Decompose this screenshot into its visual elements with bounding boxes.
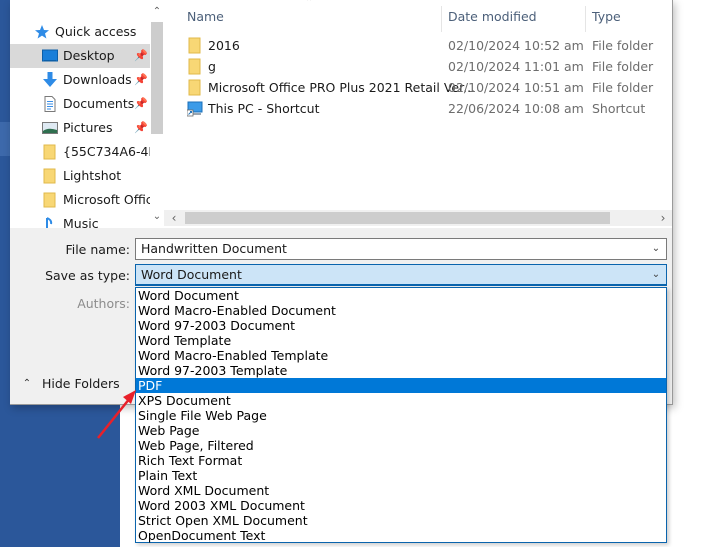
nav-item-microsoft-office[interactable]: Microsoft Office [10, 188, 150, 212]
save-as-type-select[interactable]: Word Document ⌄ [135, 264, 667, 286]
folder-icon [43, 192, 56, 208]
file-type: File folder [592, 59, 654, 74]
this-pc-shortcut-icon [187, 101, 203, 117]
scroll-left-icon[interactable]: ‹ [167, 210, 181, 226]
sort-ascending-icon: ⌃ [305, 0, 314, 8]
file-row[interactable]: This PC - Shortcut 22/06/2024 10:08 am S… [164, 98, 672, 119]
nav-item-desktop[interactable]: Desktop 📌 [10, 44, 150, 68]
scroll-down-icon[interactable]: ⌄ [150, 209, 164, 225]
nav-item-label: Quick access [55, 24, 137, 39]
nav-item-downloads[interactable]: Downloads 📌 [10, 68, 150, 92]
folder-icon [188, 37, 201, 54]
authors-label: Authors: [77, 296, 130, 311]
file-type: File folder [592, 80, 654, 95]
option-web-page-filtered[interactable]: Web Page, Filtered [136, 438, 666, 453]
save-as-type-value: Word Document [141, 267, 242, 282]
column-divider[interactable] [585, 6, 586, 32]
file-name: 2016 [208, 38, 240, 53]
option-word-macro-enabled-template[interactable]: Word Macro-Enabled Template [136, 348, 666, 363]
nav-item-label: Music [63, 216, 99, 228]
folder-icon [43, 144, 56, 160]
pin-icon[interactable]: 📌 [134, 97, 148, 111]
pin-icon[interactable]: 📌 [134, 121, 148, 135]
pictures-icon [42, 122, 58, 134]
nav-item-documents[interactable]: Documents 📌 [10, 92, 150, 116]
option-web-page[interactable]: Web Page [136, 423, 666, 438]
option-word-xml-document[interactable]: Word XML Document [136, 483, 666, 498]
nav-item-label: Lightshot [63, 168, 122, 183]
navigation-pane: Quick access Desktop 📌 Downloads 📌 Docum… [10, 0, 164, 228]
nav-item-guid-folder[interactable]: {55C734A6-4FDC [10, 140, 150, 164]
nav-item-label: Downloads [63, 72, 132, 87]
option-rich-text-format[interactable]: Rich Text Format [136, 453, 666, 468]
option-xps-document[interactable]: XPS Document [136, 393, 666, 408]
file-date: 02/10/2024 10:51 am [448, 80, 584, 95]
option-pdf[interactable]: PDF [136, 378, 666, 393]
star-icon [35, 25, 49, 39]
file-name: Microsoft Office PRO Plus 2021 Retail Ve… [208, 80, 476, 95]
chevron-up-icon: ⌃ [22, 377, 32, 389]
music-icon [46, 217, 53, 228]
nav-scrollbar-thumb[interactable] [151, 22, 163, 134]
file-name: g [208, 59, 216, 74]
file-name: This PC - Shortcut [208, 101, 320, 116]
horizontal-scrollbar-thumb[interactable] [185, 212, 610, 224]
folder-icon [188, 79, 201, 96]
file-row[interactable]: 2016 02/10/2024 10:52 am File folder [164, 35, 672, 56]
option-word-template[interactable]: Word Template [136, 333, 666, 348]
option-word-2003-xml-document[interactable]: Word 2003 XML Document [136, 498, 666, 513]
folder-icon [188, 58, 201, 75]
nav-item-label: {55C734A6-4FDC [63, 144, 150, 159]
folder-icon [43, 168, 56, 184]
pin-icon[interactable]: 📌 [134, 73, 148, 87]
file-name-value: Handwritten Document [141, 241, 287, 256]
download-icon [43, 72, 57, 87]
scroll-right-icon[interactable]: › [656, 210, 670, 226]
nav-quick-access[interactable]: Quick access [10, 20, 150, 44]
hide-folders-label: Hide Folders [42, 375, 120, 391]
option-word-macro-enabled-document[interactable]: Word Macro-Enabled Document [136, 303, 666, 318]
desktop-icon [42, 49, 58, 62]
backstage-selected-band [0, 122, 10, 156]
chevron-down-icon[interactable]: ⌄ [650, 265, 662, 285]
option-plain-text[interactable]: Plain Text [136, 468, 666, 483]
file-row[interactable]: g 02/10/2024 11:01 am File folder [164, 56, 672, 77]
nav-scrollbar[interactable]: ⌃ ⌄ [150, 0, 164, 228]
file-date: 02/10/2024 11:01 am [448, 59, 584, 74]
pin-icon[interactable]: 📌 [134, 49, 148, 63]
nav-item-label: Desktop [63, 48, 115, 63]
option-strict-open-xml-document[interactable]: Strict Open XML Document [136, 513, 666, 528]
column-header-date-modified[interactable]: Date modified [448, 6, 537, 28]
nav-item-pictures[interactable]: Pictures 📌 [10, 116, 150, 140]
option-word-97-2003-template[interactable]: Word 97-2003 Template [136, 363, 666, 378]
file-date: 22/06/2024 10:08 am [448, 101, 584, 116]
file-name-input[interactable]: Handwritten Document ⌄ [135, 238, 667, 260]
file-name-label: File name: [65, 242, 130, 257]
file-list: ⌃ Name Date modified Type 2016 02/10/202… [164, 0, 672, 228]
nav-item-label: Pictures [63, 120, 113, 135]
document-icon [44, 96, 56, 112]
nav-item-label: Microsoft Office [63, 192, 150, 207]
save-as-type-label: Save as type: [45, 268, 130, 283]
file-type: Shortcut [592, 101, 646, 116]
option-word-97-2003-document[interactable]: Word 97-2003 Document [136, 318, 666, 333]
nav-item-lightshot[interactable]: Lightshot [10, 164, 150, 188]
option-opendocument-text[interactable]: OpenDocument Text [136, 528, 666, 543]
column-header-type[interactable]: Type [592, 6, 621, 28]
column-divider[interactable] [441, 6, 442, 32]
nav-item-label: Documents [63, 96, 135, 111]
chevron-down-icon[interactable]: ⌄ [650, 239, 662, 259]
hide-folders-button[interactable]: ⌃ Hide Folders [20, 375, 120, 391]
file-row[interactable]: Microsoft Office PRO Plus 2021 Retail Ve… [164, 77, 672, 98]
file-type: File folder [592, 38, 654, 53]
save-as-type-dropdown-list: Word Document Word Macro-Enabled Documen… [135, 287, 667, 543]
file-list-horizontal-scrollbar[interactable]: ‹ › [164, 210, 672, 226]
column-header-name[interactable]: Name [187, 6, 224, 28]
option-single-file-web-page[interactable]: Single File Web Page [136, 408, 666, 423]
option-word-document[interactable]: Word Document [136, 288, 666, 303]
nav-item-music[interactable]: Music [10, 212, 150, 228]
file-date: 02/10/2024 10:52 am [448, 38, 584, 53]
scroll-up-icon[interactable]: ⌃ [150, 4, 164, 20]
